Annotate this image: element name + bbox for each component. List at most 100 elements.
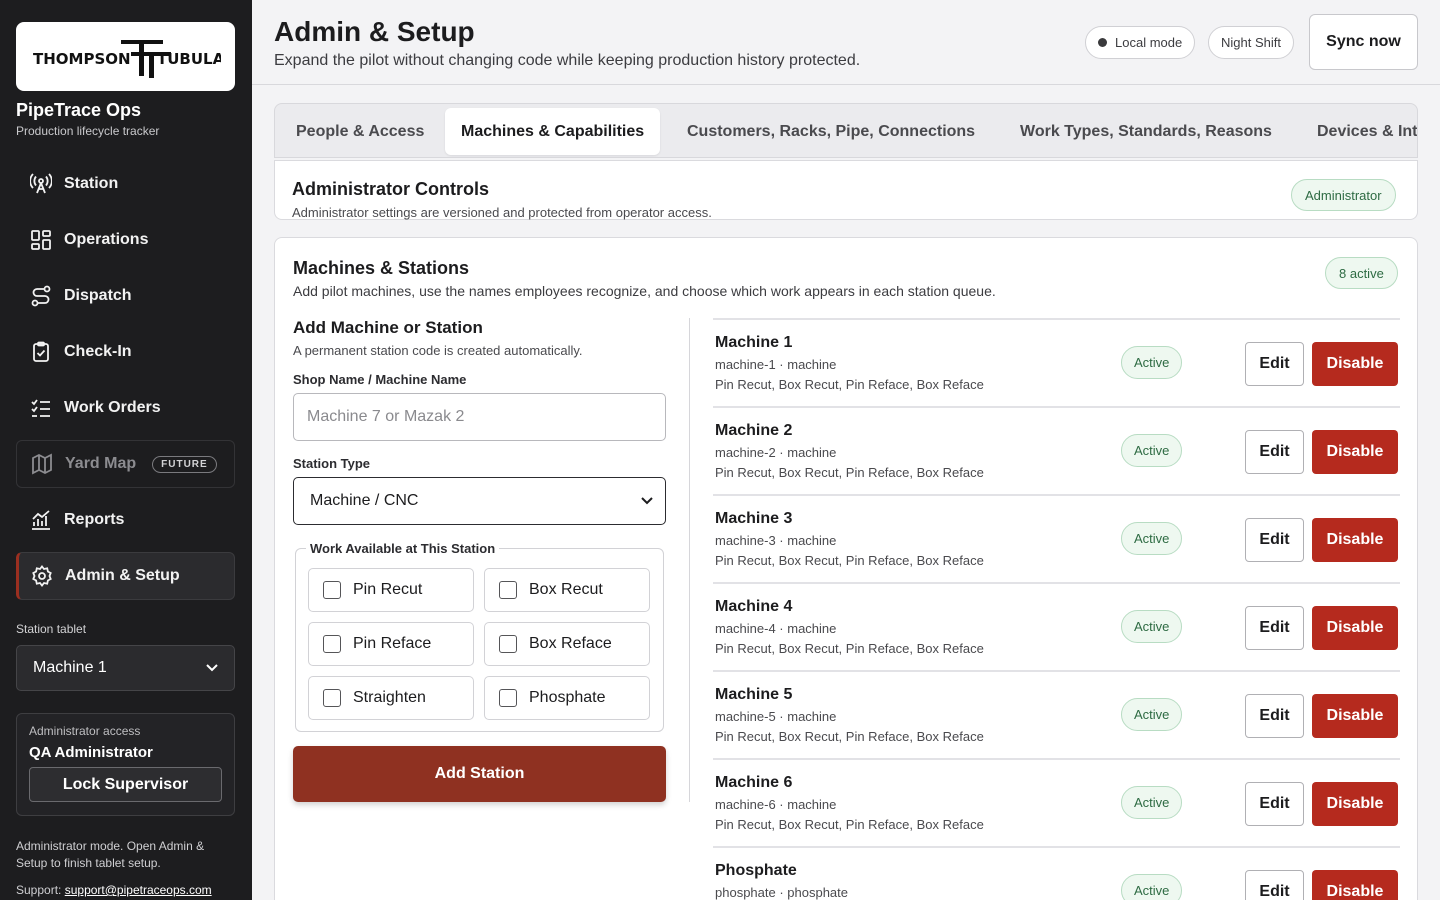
disable-button[interactable]: Disable — [1312, 870, 1398, 900]
nav-item-station[interactable]: Station — [16, 160, 235, 208]
mode-pill[interactable]: Local mode — [1085, 26, 1196, 59]
status-badge: Active — [1121, 874, 1183, 900]
tab-people-access[interactable]: People & Access — [280, 108, 440, 155]
admin-access-label: Administrator access — [29, 724, 141, 738]
edit-button[interactable]: Edit — [1245, 606, 1304, 650]
nav-item-work-orders[interactable]: Work Orders — [16, 384, 235, 432]
add-station-button[interactable]: Add Station — [293, 746, 666, 802]
tab-work-types[interactable]: Work Types, Standards, Reasons — [1004, 108, 1288, 155]
checkbox-icon — [323, 581, 341, 599]
status-dot-icon — [1098, 38, 1107, 47]
nav-label: Work Orders — [64, 399, 161, 416]
admin-name: QA Administrator — [29, 744, 153, 761]
station-name: Machine 2 — [715, 422, 793, 439]
status-badge: Active — [1121, 434, 1183, 467]
tab-devices[interactable]: Devices & Int — [1301, 108, 1417, 155]
tab-machines-capabilities[interactable]: Machines & Capabilities — [445, 108, 661, 155]
disable-button[interactable]: Disable — [1312, 518, 1398, 562]
checkbox-straighten[interactable]: Straighten — [308, 676, 474, 720]
page-header: Admin & Setup Expand the pilot without c… — [252, 0, 1440, 85]
nav-item-yard-map[interactable]: Yard Map FUTURE — [16, 440, 235, 488]
nav-label: Operations — [64, 231, 149, 248]
checklist-icon — [30, 397, 52, 419]
sync-now-button[interactable]: Sync now — [1309, 14, 1418, 70]
edit-button[interactable]: Edit — [1245, 342, 1304, 386]
edit-button[interactable]: Edit — [1245, 870, 1304, 900]
grid-icon — [30, 229, 52, 251]
edit-button[interactable]: Edit — [1245, 782, 1304, 826]
sidebar: THOMPSON TUBULAR PipeTrace Ops Productio… — [0, 0, 252, 900]
station-tablet-select[interactable]: Machine 1 — [16, 645, 235, 691]
support-email-link[interactable]: support@pipetraceops.com — [65, 883, 212, 897]
disable-button[interactable]: Disable — [1312, 782, 1398, 826]
nav-label: Station — [64, 175, 119, 192]
shift-pill[interactable]: Night Shift — [1208, 26, 1294, 59]
checkbox-label: Box Reface — [529, 635, 612, 652]
station-row: Machine 5 machine-5 · machine Pin Recut,… — [713, 670, 1400, 758]
nav-item-check-in[interactable]: Check-In — [16, 328, 235, 376]
nav-label: Check-In — [64, 343, 132, 360]
page-subtitle: Expand the pilot without changing code w… — [274, 52, 861, 69]
station-row: Phosphate phosphate · phosphate Active E… — [713, 846, 1400, 900]
station-code: machine-5 · machine — [715, 709, 837, 724]
administrator-controls: Administrator Controls Administrator set… — [274, 160, 1418, 220]
gear-icon — [31, 565, 53, 587]
checkbox-label: Straighten — [353, 689, 426, 706]
station-capabilities: Pin Recut, Box Recut, Pin Reface, Box Re… — [715, 377, 984, 392]
support-line: Support: support@pipetraceops.com — [16, 883, 212, 897]
nav-label: Reports — [64, 511, 125, 528]
admin-mode-note: Administrator mode. Open Admin & Setup t… — [16, 839, 205, 870]
disable-button[interactable]: Disable — [1312, 694, 1398, 738]
checkbox-pin-reface[interactable]: Pin Reface — [308, 622, 474, 666]
station-type-select[interactable]: Machine / CNC — [293, 477, 666, 525]
checkbox-phosphate[interactable]: Phosphate — [484, 676, 650, 720]
station-row: Machine 3 machine-3 · machine Pin Recut,… — [713, 494, 1400, 582]
status-badge: Active — [1121, 786, 1183, 819]
clipboard-check-icon — [30, 341, 52, 363]
nav-item-operations[interactable]: Operations — [16, 216, 235, 264]
checkbox-icon — [323, 689, 341, 707]
checkbox-box-recut[interactable]: Box Recut — [484, 568, 650, 612]
checkbox-icon — [499, 635, 517, 653]
nav-item-reports[interactable]: Reports — [16, 496, 235, 544]
chart-icon — [30, 509, 52, 531]
station-code: machine-4 · machine — [715, 621, 837, 636]
tab-customers-racks[interactable]: Customers, Racks, Pipe, Connections — [671, 108, 991, 155]
station-capabilities: Pin Recut, Box Recut, Pin Reface, Box Re… — [715, 553, 984, 568]
edit-button[interactable]: Edit — [1245, 430, 1304, 474]
nav-item-dispatch[interactable]: Dispatch — [16, 272, 235, 320]
lock-supervisor-button[interactable]: Lock Supervisor — [29, 767, 222, 802]
station-name: Phosphate — [715, 862, 797, 879]
work-available-legend: Work Available at This Station — [306, 541, 500, 556]
app-subtitle: Production lifecycle tracker — [16, 124, 160, 138]
disable-button[interactable]: Disable — [1312, 606, 1398, 650]
checkbox-icon — [499, 689, 517, 707]
controls-subtitle: Administrator settings are versioned and… — [292, 205, 712, 220]
station-row: Machine 1 machine-1 · machine Pin Recut,… — [713, 318, 1400, 406]
edit-button[interactable]: Edit — [1245, 518, 1304, 562]
checkbox-box-reface[interactable]: Box Reface — [484, 622, 650, 666]
mode-label: Local mode — [1115, 35, 1183, 50]
station-name: Machine 3 — [715, 510, 793, 527]
support-label: Support: — [16, 883, 62, 897]
station-code: machine-1 · machine — [715, 357, 837, 372]
disable-button[interactable]: Disable — [1312, 430, 1398, 474]
machines-stations-card: Machines & Stations Add pilot machines, … — [274, 237, 1418, 900]
machines-subtitle: Add pilot machines, use the names employ… — [293, 283, 996, 299]
shift-label: Night Shift — [1221, 35, 1281, 50]
status-badge: Active — [1121, 698, 1183, 731]
machine-name-label: Shop Name / Machine Name — [293, 372, 467, 387]
checkbox-icon — [499, 581, 517, 599]
edit-button[interactable]: Edit — [1245, 694, 1304, 738]
checkbox-pin-recut[interactable]: Pin Recut — [308, 568, 474, 612]
station-code: machine-2 · machine — [715, 445, 837, 460]
checkbox-icon — [323, 635, 341, 653]
disable-button[interactable]: Disable — [1312, 342, 1398, 386]
nav-item-admin-setup[interactable]: Admin & Setup — [16, 552, 235, 600]
page-title: Admin & Setup — [274, 16, 475, 47]
station-code: machine-3 · machine — [715, 533, 837, 548]
station-capabilities: Pin Recut, Box Recut, Pin Reface, Box Re… — [715, 465, 984, 480]
machine-name-input[interactable] — [293, 393, 666, 441]
station-row: Machine 2 machine-2 · machine Pin Recut,… — [713, 406, 1400, 494]
station-type-label: Station Type — [293, 456, 371, 471]
